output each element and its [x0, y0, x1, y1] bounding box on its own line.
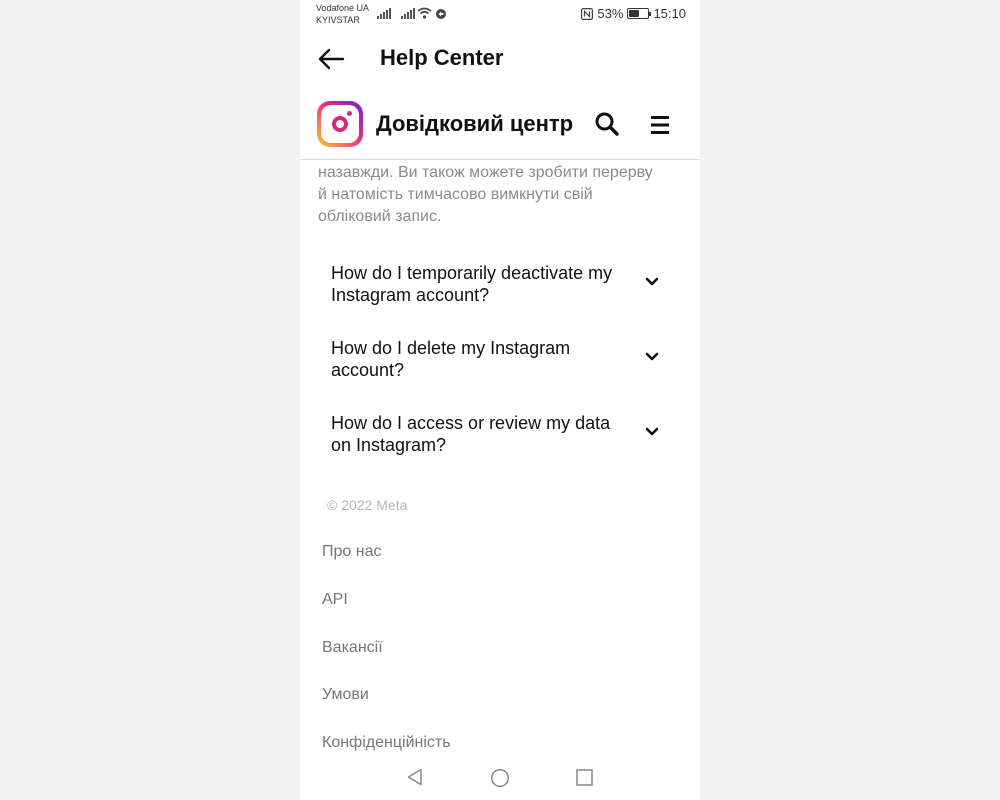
- signal-icon: [401, 8, 415, 19]
- app-bar: Help Center: [300, 30, 700, 86]
- faq-question-line: How do I delete my Instagram: [331, 338, 571, 358]
- copyright: © 2022 Meta: [327, 497, 408, 513]
- nav-back-icon[interactable]: [407, 768, 423, 786]
- instagram-logo[interactable]: [317, 101, 363, 147]
- faq-question: How do I access or review my data on Ins…: [331, 412, 636, 456]
- battery-percent: 53%: [597, 6, 624, 21]
- faq-question-line: account?: [331, 360, 405, 380]
- help-center-header: Довідковий центр: [300, 95, 700, 160]
- footer-link-jobs[interactable]: Вакансії: [322, 639, 383, 657]
- intro-line: назавжди. Ви також можете зробити перерв…: [318, 164, 653, 181]
- help-center-title: Довідковий центр: [376, 111, 574, 136]
- menu-icon[interactable]: [650, 114, 670, 136]
- faq-item-access-data[interactable]: How do I access or review my data on Ins…: [331, 412, 681, 456]
- nav-home-icon[interactable]: [490, 768, 510, 788]
- status-right: 53% 15:10: [581, 6, 686, 21]
- intro-line: обліковий запис.: [318, 208, 442, 225]
- faq-question-line: on Instagram?: [331, 435, 447, 455]
- app-bar-title: Help Center: [380, 45, 504, 70]
- intro-line: й натомість тимчасово вимкнути свій: [318, 186, 593, 203]
- carrier-2: KYIVSTAR: [316, 15, 360, 25]
- footer-link-privacy[interactable]: Конфіденційність: [322, 734, 451, 752]
- carrier-1: Vodafone UA: [316, 3, 370, 13]
- carrier-labels: Vodafone UA KYIVSTAR: [316, 2, 369, 26]
- faq-question: How do I delete my Instagram account?: [331, 337, 636, 381]
- status-bar: Vodafone UA KYIVSTAR 53% 15:10: [300, 0, 700, 28]
- faq-question: How do I temporarily deactivate my Insta…: [331, 262, 636, 306]
- nav-recent-apps-icon[interactable]: [576, 769, 593, 786]
- footer-link-about[interactable]: Про нас: [322, 543, 381, 561]
- data-saver-icon: [436, 9, 446, 19]
- instagram-logo-inner: [321, 105, 359, 143]
- search-icon[interactable]: [594, 111, 620, 137]
- faq-question-line: How do I temporarily deactivate my: [331, 263, 613, 283]
- clock: 15:10: [653, 6, 686, 21]
- system-nav-bar: [300, 756, 700, 800]
- chevron-down-icon[interactable]: [645, 427, 659, 437]
- intro-text: назавжди. Ви також можете зробити перерв…: [318, 162, 688, 228]
- faq-question-line: Instagram account?: [331, 285, 490, 305]
- nfc-icon: [581, 7, 594, 20]
- instagram-logo-dot: [347, 111, 352, 116]
- wifi-icon: [417, 7, 432, 19]
- faq-item-deactivate[interactable]: How do I temporarily deactivate my Insta…: [331, 262, 681, 306]
- footer-link-terms[interactable]: Умови: [322, 686, 369, 704]
- instagram-logo-lens: [332, 116, 348, 132]
- faq-item-delete[interactable]: How do I delete my Instagram account?: [331, 337, 681, 381]
- signal-icon: [377, 8, 391, 19]
- faq-question-line: How do I access or review my data: [331, 413, 611, 433]
- battery-fill: [629, 10, 639, 17]
- footer-link-api[interactable]: API: [322, 591, 348, 609]
- battery-icon: [627, 8, 652, 19]
- arrow-left-icon[interactable]: [316, 46, 346, 72]
- chevron-down-icon[interactable]: [645, 352, 659, 362]
- phone-screen: Vodafone UA KYIVSTAR 53% 15:10 Help Cent…: [300, 0, 700, 800]
- chevron-down-icon[interactable]: [645, 277, 659, 287]
